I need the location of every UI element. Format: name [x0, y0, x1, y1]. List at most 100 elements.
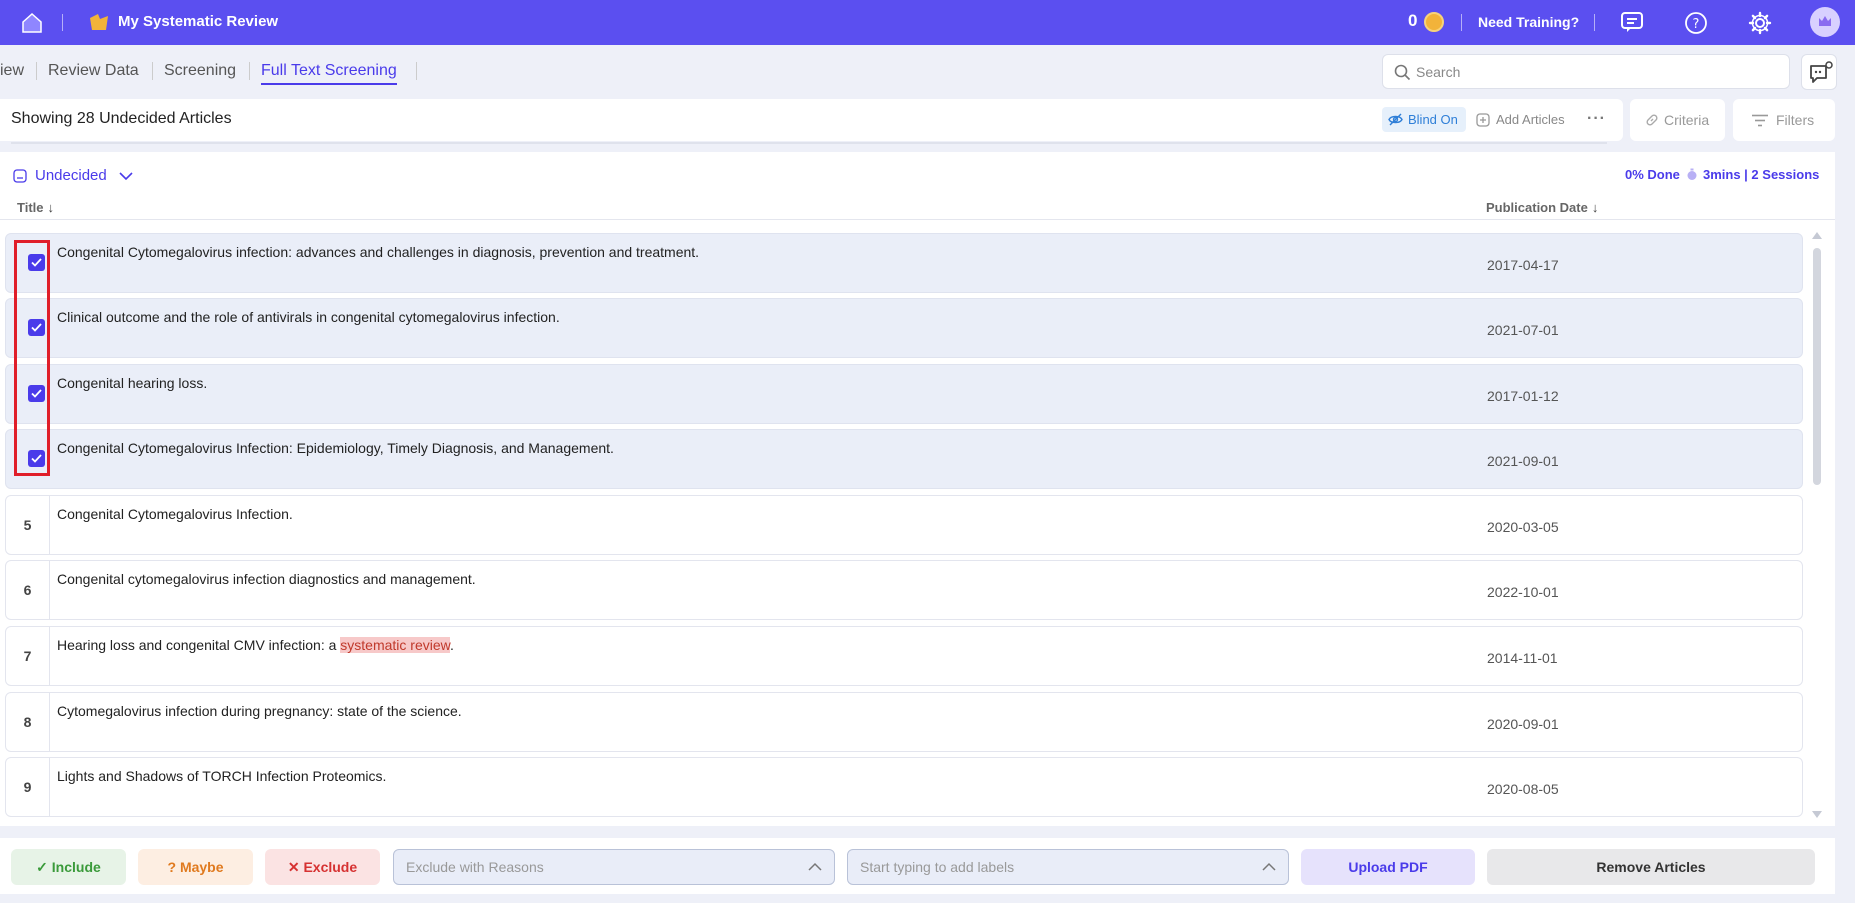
session-timer: 3mins | 2 Sessions: [1686, 167, 1819, 182]
gear-icon[interactable]: [1748, 11, 1772, 35]
more-options-icon[interactable]: ···: [1587, 110, 1606, 128]
articles-panel: Undecided 0% Done 3mins | 2 Sessions Tit…: [0, 152, 1835, 826]
title-text: .: [449, 637, 454, 653]
table-row[interactable]: Congenital hearing loss. 2017-01-12: [5, 364, 1803, 424]
divider: [1461, 14, 1462, 31]
title-column-label: Title: [17, 200, 44, 215]
need-training-link[interactable]: Need Training?: [1478, 14, 1579, 30]
tab-full-text-screening[interactable]: Full Text Screening: [261, 62, 397, 85]
search-icon: [1394, 64, 1411, 81]
search-input[interactable]: [1416, 61, 1776, 83]
eye-off-icon: [1388, 113, 1403, 126]
article-title[interactable]: Clinical outcome and the role of antivir…: [57, 309, 560, 325]
action-bar: ✓ Include ? Maybe ✕ Exclude Exclude with…: [0, 838, 1835, 894]
add-articles-button[interactable]: Add Articles: [1476, 107, 1565, 132]
title-column-header[interactable]: Title ↓: [17, 200, 54, 215]
row-number: 9: [6, 758, 50, 816]
article-title[interactable]: Congenital cytomegalovirus infection dia…: [57, 571, 476, 587]
article-title[interactable]: Congenital hearing loss.: [57, 375, 207, 391]
coin-icon: [1424, 12, 1444, 32]
plus-icon: [1476, 113, 1490, 127]
status-icon: [13, 169, 27, 183]
article-title[interactable]: Lights and Shadows of TORCH Infection Pr…: [57, 768, 386, 784]
table-row[interactable]: Clinical outcome and the role of antivir…: [5, 298, 1803, 358]
avatar[interactable]: [1810, 7, 1840, 37]
table-row[interactable]: Congenital Cytomegalovirus infection: ad…: [5, 233, 1803, 293]
table-row[interactable]: 6 Congenital cytomegalovirus infection d…: [5, 560, 1803, 620]
exclude-button[interactable]: ✕ Exclude: [265, 849, 380, 885]
include-button[interactable]: ✓ Include: [11, 849, 126, 885]
tab-overview[interactable]: iew: [0, 62, 24, 80]
table-row[interactable]: Congenital Cytomegalovirus Infection: Ep…: [5, 429, 1803, 489]
status-dropdown[interactable]: Undecided: [13, 166, 133, 186]
tab-screening[interactable]: Screening: [164, 62, 236, 80]
table-row[interactable]: 7 Hearing loss and congenital CMV infect…: [5, 626, 1803, 686]
session-timer-label: 3mins | 2 Sessions: [1703, 167, 1820, 182]
upload-pdf-button[interactable]: Upload PDF: [1301, 849, 1475, 885]
scrollbar-thumb[interactable]: [1813, 248, 1821, 485]
row-number: 6: [6, 561, 50, 619]
articles-header: Showing 28 Undecided Articles Blind On A…: [0, 99, 1623, 141]
exclude-reasons-select[interactable]: Exclude with Reasons: [393, 849, 835, 885]
row-number: 7: [6, 627, 50, 685]
filters-label: Filters: [1776, 112, 1815, 128]
publication-date: 2021-09-01: [1487, 453, 1559, 469]
publication-date: 2021-07-01: [1487, 322, 1559, 338]
sort-arrow-icon: ↓: [47, 200, 55, 215]
project-title[interactable]: My Systematic Review: [118, 13, 278, 30]
divider: [36, 62, 37, 80]
publication-date: 2017-04-17: [1487, 257, 1559, 273]
feedback-button[interactable]: [1801, 54, 1837, 90]
progress-label: 0% Done: [1625, 167, 1680, 182]
blind-label: Blind On: [1408, 112, 1458, 127]
article-title[interactable]: Congenital Cytomegalovirus Infection: Ep…: [57, 440, 614, 456]
article-title[interactable]: Cytomegalovirus infection during pregnan…: [57, 703, 462, 719]
notes-icon[interactable]: [1620, 11, 1644, 33]
row-number: 8: [6, 693, 50, 751]
check-icon: ✓: [36, 859, 48, 875]
status-dropdown-value: Undecided: [35, 167, 107, 184]
exclude-label: Exclude: [303, 859, 358, 875]
publication-date: 2020-03-05: [1487, 519, 1559, 535]
top-bar: My Systematic Review 0 Need Training? ?: [0, 0, 1855, 45]
divider: [249, 62, 250, 80]
add-articles-label: Add Articles: [1496, 112, 1565, 127]
table-row[interactable]: 8 Cytomegalovirus infection during pregn…: [5, 692, 1803, 752]
date-column-label: Publication Date: [1486, 200, 1588, 215]
scroll-down-arrow[interactable]: [1812, 811, 1822, 818]
article-title[interactable]: Congenital Cytomegalovirus Infection.: [57, 506, 293, 522]
labels-placeholder: Start typing to add labels: [860, 859, 1015, 875]
tab-review-data[interactable]: Review Data: [48, 62, 139, 80]
maybe-button[interactable]: ? Maybe: [138, 849, 253, 885]
keyword-highlight: systematic review: [340, 637, 450, 653]
filters-button[interactable]: Filters: [1733, 99, 1835, 141]
remove-articles-button[interactable]: Remove Articles: [1487, 849, 1815, 885]
article-title[interactable]: Hearing loss and congenital CMV infectio…: [57, 637, 454, 653]
divider: [11, 142, 1607, 144]
divider: [416, 62, 417, 80]
filter-icon: [1752, 114, 1768, 127]
date-column-header[interactable]: Publication Date ↓: [1486, 200, 1598, 215]
chat-icon: [1810, 61, 1833, 83]
chevron-up-icon: [1262, 862, 1276, 871]
publication-date: 2020-08-05: [1487, 781, 1559, 797]
exclude-reasons-placeholder: Exclude with Reasons: [406, 859, 544, 875]
blind-toggle[interactable]: Blind On: [1382, 107, 1466, 132]
home-icon[interactable]: [20, 12, 44, 34]
help-icon[interactable]: ?: [1684, 11, 1708, 35]
table-row[interactable]: 9 Lights and Shadows of TORCH Infection …: [5, 757, 1803, 817]
include-label: Include: [51, 859, 101, 875]
chevron-up-icon: [808, 862, 822, 871]
labels-select[interactable]: Start typing to add labels: [847, 849, 1289, 885]
link-icon: [1646, 114, 1658, 126]
table-row[interactable]: 5 Congenital Cytomegalovirus Infection. …: [5, 495, 1803, 555]
divider: [152, 62, 153, 80]
divider: [1594, 14, 1595, 31]
title-text: Hearing loss and congenital CMV infectio…: [57, 637, 341, 653]
coin-count: 0: [1408, 11, 1418, 30]
article-title[interactable]: Congenital Cytomegalovirus infection: ad…: [57, 244, 699, 260]
row-number: 5: [6, 496, 50, 554]
criteria-button[interactable]: Criteria: [1630, 99, 1725, 141]
scroll-up-arrow[interactable]: [1812, 232, 1822, 239]
table-header: Title ↓ Publication Date ↓: [0, 194, 1835, 220]
